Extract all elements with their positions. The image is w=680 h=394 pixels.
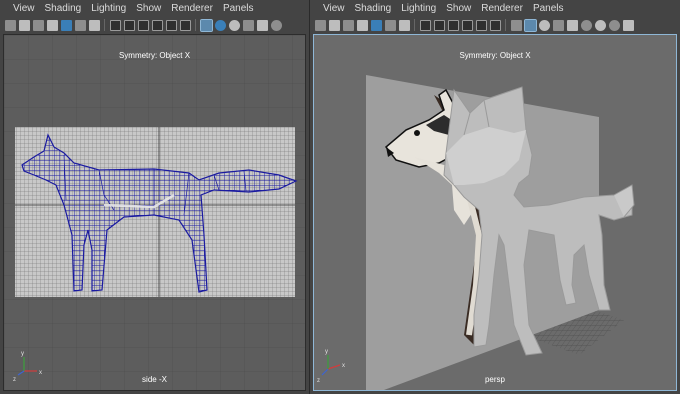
wireframe-on-shaded-icon[interactable] (552, 19, 564, 31)
viewport-panel-persp: View Shading Lighting Show Renderer Pane… (310, 0, 680, 394)
camera-name-label: side -X (142, 375, 167, 384)
camera-icon[interactable] (4, 19, 16, 31)
symmetry-label: Symmetry: Object X (118, 51, 191, 60)
wireframe-icon[interactable] (199, 18, 213, 32)
two-d-pan-icon[interactable] (384, 19, 396, 31)
menu-renderer[interactable]: Renderer (476, 0, 528, 17)
smooth-shade-icon[interactable] (523, 18, 537, 32)
side-viewport[interactable]: x y z Symmetry: Object X side -X (3, 34, 306, 391)
grease-pencil-icon[interactable] (88, 19, 100, 31)
toolbar-separator (505, 19, 506, 31)
film-gate-icon[interactable] (433, 19, 445, 31)
symmetry-label: Symmetry: Object X (459, 51, 531, 60)
lock-camera-icon[interactable] (342, 19, 354, 31)
grid-icon[interactable] (419, 19, 431, 31)
gate-mask-icon[interactable] (151, 19, 163, 31)
wireframe-on-shaded-icon[interactable] (242, 19, 254, 31)
lock-camera-icon[interactable] (32, 19, 44, 31)
toolbar-separator (104, 19, 105, 31)
camera-name-label: persp (484, 375, 505, 384)
svg-text:x: x (342, 363, 345, 369)
panel-toolbar (310, 17, 680, 33)
grid-icon[interactable] (109, 19, 121, 31)
safe-action-icon[interactable] (179, 19, 191, 31)
persp-scene: x y z (317, 75, 635, 390)
panel-menubar: View Shading Lighting Show Renderer Pane… (310, 0, 680, 17)
shadows-icon[interactable] (594, 19, 606, 31)
panel-menubar: View Shading Lighting Show Renderer Pane… (0, 0, 309, 17)
panel-toolbar (0, 17, 309, 33)
resolution-gate-icon[interactable] (137, 19, 149, 31)
menu-show[interactable]: Show (131, 0, 166, 17)
persp-viewport[interactable]: x y z Symmetry: Object X persp (313, 34, 677, 391)
gate-mask-icon[interactable] (461, 19, 473, 31)
smooth-shade-icon[interactable] (214, 19, 226, 31)
camera-icon[interactable] (314, 19, 326, 31)
menu-renderer[interactable]: Renderer (166, 0, 218, 17)
grease-pencil-icon[interactable] (398, 19, 410, 31)
menu-lighting[interactable]: Lighting (86, 0, 131, 17)
menu-shading[interactable]: Shading (40, 0, 87, 17)
select-camera-icon[interactable] (328, 19, 340, 31)
select-camera-icon[interactable] (18, 19, 30, 31)
film-gate-icon[interactable] (123, 19, 135, 31)
toolbar-separator (414, 19, 415, 31)
bookmark-icon[interactable] (356, 19, 368, 31)
lights-icon[interactable] (270, 19, 282, 31)
side-scene: x y z (4, 35, 305, 390)
viewport-panel-side: View Shading Lighting Show Renderer Pane… (0, 0, 309, 394)
default-material-icon[interactable] (228, 19, 240, 31)
menu-shading[interactable]: Shading (350, 0, 397, 17)
textured-icon[interactable] (566, 19, 578, 31)
default-material-icon[interactable] (538, 19, 550, 31)
image-plane-icon[interactable] (60, 19, 72, 31)
menu-view[interactable]: View (8, 0, 40, 17)
image-plane-icon[interactable] (370, 19, 382, 31)
field-chart-icon[interactable] (475, 19, 487, 31)
menu-lighting[interactable]: Lighting (396, 0, 441, 17)
menu-panels[interactable]: Panels (528, 0, 569, 17)
resolution-gate-icon[interactable] (447, 19, 459, 31)
svg-text:y: y (325, 349, 328, 355)
menu-panels[interactable]: Panels (218, 0, 259, 17)
wireframe-icon[interactable] (510, 19, 522, 31)
lights-icon[interactable] (580, 19, 592, 31)
toolbar-separator (195, 19, 196, 31)
isolate-icon[interactable] (608, 19, 620, 31)
bookmark-icon[interactable] (46, 19, 58, 31)
safe-action-icon[interactable] (489, 19, 501, 31)
menu-view[interactable]: View (318, 0, 350, 17)
xray-icon[interactable] (622, 19, 634, 31)
textured-icon[interactable] (256, 19, 268, 31)
two-d-pan-icon[interactable] (74, 19, 86, 31)
field-chart-icon[interactable] (165, 19, 177, 31)
svg-text:y: y (21, 351, 24, 357)
menu-show[interactable]: Show (441, 0, 476, 17)
